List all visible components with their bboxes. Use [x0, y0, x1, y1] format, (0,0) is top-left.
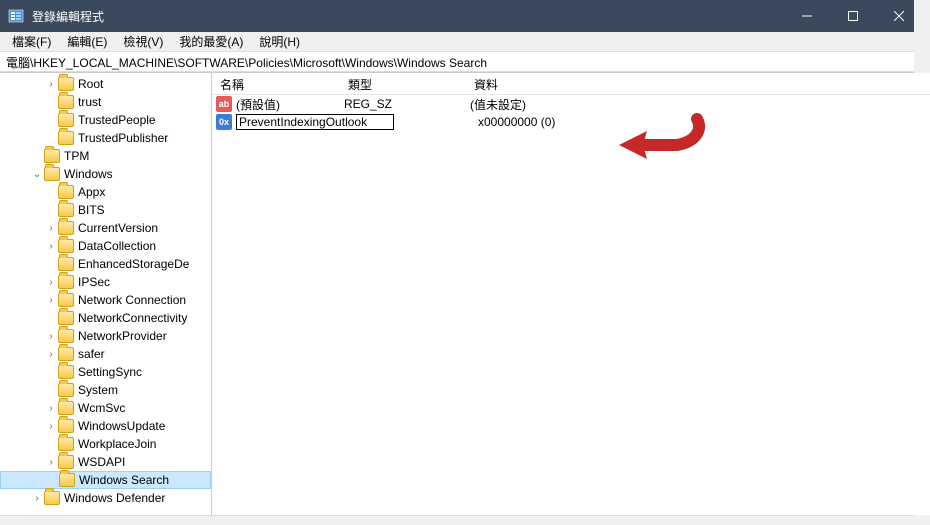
regedit-icon — [8, 8, 24, 24]
dword-icon: 0x — [216, 114, 232, 130]
menu-edit[interactable]: 編輯(E) — [59, 31, 115, 52]
minimize-button[interactable] — [784, 0, 830, 32]
folder-icon — [44, 491, 60, 505]
menu-file[interactable]: 檔案(F) — [4, 31, 59, 52]
folder-icon — [58, 293, 74, 307]
values-list[interactable]: 名稱 類型 資料 ab(預設值) REG_SZ (值未設定) 0x x00000… — [212, 73, 930, 515]
tree-item-trust[interactable]: ›trust — [0, 93, 211, 111]
folder-icon — [58, 383, 74, 397]
column-type[interactable]: 類型 — [340, 73, 466, 94]
content-area: ›Root ›trust ›TrustedPeople ›TrustedPubl… — [0, 72, 930, 515]
tree-item-windowssearch[interactable]: ›Windows Search — [0, 471, 211, 489]
regsz-icon: ab — [216, 96, 232, 112]
folder-icon — [58, 239, 74, 253]
value-name: (預設值) — [236, 96, 280, 113]
folder-icon — [58, 329, 74, 343]
tree-item-networkconnections[interactable]: ›Network Connection — [0, 291, 211, 309]
tree-item-wsdapi[interactable]: ›WSDAPI — [0, 453, 211, 471]
tree-item-wcmsvc[interactable]: ›WcmSvc — [0, 399, 211, 417]
folder-icon — [58, 113, 74, 127]
tree-panel[interactable]: ›Root ›trust ›TrustedPeople ›TrustedPubl… — [0, 73, 212, 515]
column-data[interactable]: 資料 — [466, 73, 930, 94]
folder-icon — [58, 77, 74, 91]
folder-icon — [58, 311, 74, 325]
chevron-right-icon[interactable]: › — [44, 277, 58, 288]
tree-item-windows[interactable]: ⌄Windows — [0, 165, 211, 183]
folder-icon — [58, 437, 74, 451]
window-title: 登錄編輯程式 — [32, 8, 784, 25]
folder-icon — [58, 347, 74, 361]
tree-item-networkconnectivity[interactable]: ›NetworkConnectivity — [0, 309, 211, 327]
folder-icon — [59, 473, 75, 487]
folder-icon — [44, 149, 60, 163]
chevron-right-icon[interactable]: › — [30, 493, 44, 504]
tree-item-appx[interactable]: ›Appx — [0, 183, 211, 201]
tree-item-windowsupdate[interactable]: ›WindowsUpdate — [0, 417, 211, 435]
chevron-down-icon[interactable]: ⌄ — [30, 169, 44, 180]
folder-icon — [58, 401, 74, 415]
folder-icon — [58, 275, 74, 289]
menu-favorites[interactable]: 我的最愛(A) — [171, 31, 251, 52]
tree-item-bits[interactable]: ›BITS — [0, 201, 211, 219]
tree-item-trustedpeople[interactable]: ›TrustedPeople — [0, 111, 211, 129]
tree-item-tpm[interactable]: ›TPM — [0, 147, 211, 165]
tree-item-trustedpublisher[interactable]: ›TrustedPublisher — [0, 129, 211, 147]
folder-icon — [58, 257, 74, 271]
folder-icon — [58, 185, 74, 199]
titlebar: 登錄編輯程式 — [0, 0, 930, 32]
folder-icon — [58, 455, 74, 469]
value-data: x00000000 (0) — [398, 114, 559, 130]
folder-icon — [58, 203, 74, 217]
tree-item-safer[interactable]: ›safer — [0, 345, 211, 363]
address-bar[interactable]: 電腦\HKEY_LOCAL_MACHINE\SOFTWARE\Policies\… — [0, 52, 930, 72]
chevron-right-icon[interactable]: › — [44, 421, 58, 432]
chevron-right-icon[interactable]: › — [44, 331, 58, 342]
tree-item-workplacejoin[interactable]: ›WorkplaceJoin — [0, 435, 211, 453]
tree-item-datacollection[interactable]: ›DataCollection — [0, 237, 211, 255]
tree-item-ipsec[interactable]: ›IPSec — [0, 273, 211, 291]
menu-help[interactable]: 說明(H) — [251, 31, 308, 52]
folder-icon — [58, 131, 74, 145]
chevron-right-icon[interactable]: › — [44, 457, 58, 468]
value-data: (值未設定) — [466, 95, 930, 114]
tree-item-networkprovider[interactable]: ›NetworkProvider — [0, 327, 211, 345]
chevron-right-icon[interactable]: › — [44, 349, 58, 360]
list-row[interactable]: ab(預設值) REG_SZ (值未設定) — [212, 95, 930, 113]
folder-icon — [58, 419, 74, 433]
window-controls — [784, 0, 922, 32]
chevron-right-icon[interactable]: › — [44, 403, 58, 414]
tree-item-root[interactable]: ›Root — [0, 75, 211, 93]
folder-icon — [44, 167, 60, 181]
value-name-input[interactable] — [236, 114, 394, 130]
tree-item-enhancedstorage[interactable]: ›EnhancedStorageDe — [0, 255, 211, 273]
tree-item-system[interactable]: ›System — [0, 381, 211, 399]
maximize-button[interactable] — [830, 0, 876, 32]
folder-icon — [58, 221, 74, 235]
folder-icon — [58, 95, 74, 109]
list-row-editing[interactable]: 0x x00000000 (0) — [212, 113, 930, 131]
menubar: 檔案(F) 編輯(E) 檢視(V) 我的最愛(A) 說明(H) — [0, 32, 930, 52]
list-header: 名稱 類型 資料 — [212, 73, 930, 95]
chevron-right-icon[interactable]: › — [44, 295, 58, 306]
menu-view[interactable]: 檢視(V) — [115, 31, 171, 52]
chevron-right-icon[interactable]: › — [44, 241, 58, 252]
chevron-right-icon[interactable]: › — [44, 223, 58, 234]
statusbar — [0, 515, 930, 525]
tree-item-currentversion[interactable]: ›CurrentVersion — [0, 219, 211, 237]
tree-item-settingsync[interactable]: ›SettingSync — [0, 363, 211, 381]
tree-item-windowsdefender[interactable]: ›Windows Defender — [0, 489, 211, 507]
chevron-right-icon[interactable]: › — [44, 79, 58, 90]
folder-icon — [58, 365, 74, 379]
column-name[interactable]: 名稱 — [212, 73, 340, 94]
value-type: REG_SZ — [340, 96, 466, 112]
